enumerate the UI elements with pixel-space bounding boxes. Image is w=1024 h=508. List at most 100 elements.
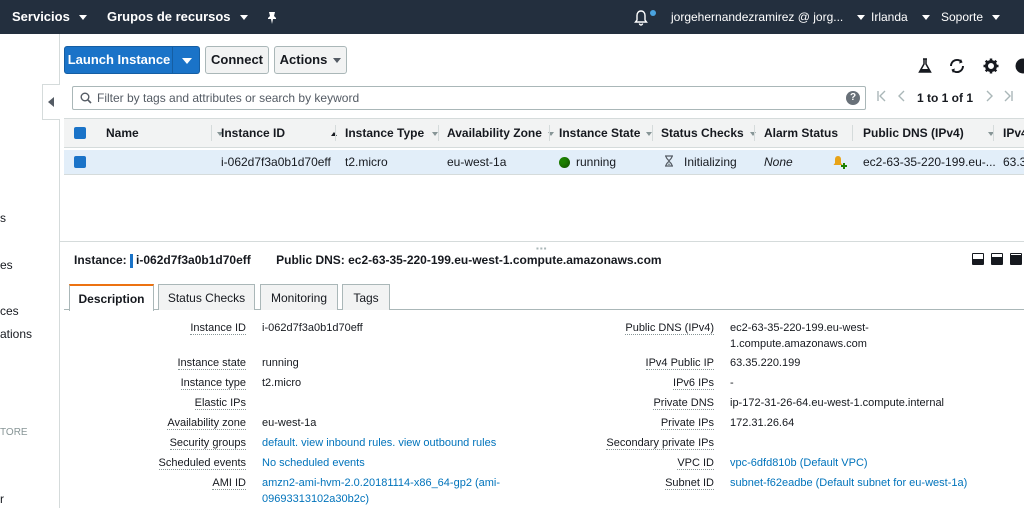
column-header-instance-id[interactable]: Instance ID — [221, 119, 338, 147]
sidebar-item[interactable]: s — [0, 211, 6, 225]
first-page-icon[interactable] — [876, 90, 888, 105]
label-instance-type: Instance type — [180, 377, 246, 390]
label-secondary-private-ips: Secondary private IPs — [606, 437, 714, 450]
launch-instance-button[interactable]: Launch Instance — [64, 46, 174, 74]
bell-plus-icon[interactable] — [832, 154, 848, 178]
region-label: Irlanda — [871, 10, 908, 24]
cell-availability-zone: eu-west-1a — [447, 155, 507, 169]
value-availability-zone: eu-west-1a — [262, 417, 317, 429]
value-instance-id: i-062d7f3a0b1d70eff — [262, 322, 363, 334]
column-label: Alarm Status — [764, 126, 839, 140]
value-instance-type: t2.micro — [262, 377, 302, 389]
chevron-down-icon — [857, 15, 866, 21]
column-header-status-checks[interactable]: Status Checks — [661, 119, 756, 147]
top-navigation-bar: Servicios Grupos de recursos jorgehernan… — [0, 0, 1024, 34]
launch-options-dropdown[interactable] — [173, 46, 200, 74]
status-checks-text: Initializing — [684, 155, 737, 169]
account-menu[interactable]: jorgehernandezramirez @ jorg... — [671, 0, 866, 34]
filter-input[interactable] — [97, 89, 837, 107]
value-public-dns-ipv4: ec2-63-35-220-199.eu-west-1.compute.amaz… — [730, 322, 869, 350]
public-dns-label: Public DNS: — [276, 253, 345, 267]
region-menu[interactable]: Irlanda — [871, 0, 930, 34]
column-header-instance-state[interactable]: Instance State — [559, 119, 653, 147]
sidebar-item[interactable]: ations — [0, 327, 32, 341]
search-icon — [80, 92, 92, 107]
filter-help-icon[interactable]: ? — [846, 91, 860, 105]
table-row[interactable]: i-062d7f3a0b1d70eff t2.micro eu-west-1a … — [64, 150, 1024, 175]
instance-label: Instance: — [74, 253, 127, 267]
value-ami-id-link[interactable]: amzn2-ami-hvm-2.0.20181114-x86_64-gp2 (a… — [262, 475, 512, 507]
panel-bottom-icon[interactable] — [972, 253, 984, 265]
sidebar-item[interactable]: r — [0, 492, 4, 506]
column-divider — [652, 125, 653, 141]
select-all-checkbox[interactable] — [74, 127, 86, 139]
column-header-instance-type[interactable]: Instance Type — [345, 119, 439, 147]
connect-button[interactable]: Connect — [205, 46, 269, 74]
cell-instance-type: t2.micro — [345, 155, 388, 169]
column-header-name[interactable]: Name — [106, 119, 223, 147]
value-scheduled-events-link[interactable]: No scheduled events — [262, 455, 365, 471]
value-ipv6-ips: - — [730, 377, 734, 389]
value-private-ips: 172.31.26.64 — [730, 417, 795, 429]
cell-instance-id: i-062d7f3a0b1d70eff — [221, 155, 331, 169]
column-divider — [438, 125, 439, 141]
last-page-icon[interactable] — [1002, 90, 1014, 105]
tab-monitoring[interactable]: Monitoring — [260, 284, 338, 310]
value-subnet-id-link[interactable]: subnet-f62eadbe (Default subnet for eu-w… — [730, 475, 967, 491]
label-elastic-ips: Elastic IPs — [194, 397, 246, 410]
column-header-availability-zone[interactable]: Availability Zone — [447, 119, 554, 147]
column-label: Public DNS (IPv4) — [863, 126, 964, 140]
actions-button[interactable]: Actions — [274, 46, 347, 74]
notification-dot — [650, 10, 656, 16]
panel-half-icon[interactable] — [991, 253, 1003, 265]
gear-icon[interactable] — [982, 58, 1000, 76]
label-private-dns: Private DNS — [653, 397, 714, 410]
row-checkbox[interactable] — [74, 156, 86, 168]
chevron-down-icon — [239, 15, 248, 21]
label-subnet-id: Subnet ID — [665, 477, 714, 490]
column-label: Instance ID — [221, 126, 286, 140]
chevron-down-icon — [182, 58, 192, 64]
column-label: Instance State — [559, 126, 641, 140]
chevron-down-icon — [333, 58, 342, 64]
chevron-down-icon — [921, 15, 930, 21]
refresh-icon[interactable] — [948, 58, 966, 76]
filter-bar — [72, 86, 866, 110]
bell-icon[interactable] — [634, 0, 648, 34]
column-divider — [335, 125, 336, 141]
help-icon[interactable] — [1014, 58, 1024, 76]
support-menu[interactable]: Soporte — [941, 0, 1001, 34]
drag-handle-icon[interactable]: ▪▪▪ — [536, 244, 548, 253]
tab-description[interactable]: Description — [69, 284, 154, 311]
sidebar-item[interactable]: ces — [0, 304, 19, 318]
column-header-public-dns[interactable]: Public DNS (IPv4) — [863, 119, 994, 147]
running-status-icon — [559, 157, 570, 169]
pin-icon[interactable] — [266, 0, 278, 34]
tab-tags[interactable]: Tags — [342, 284, 390, 310]
services-menu[interactable]: Servicios — [12, 0, 87, 34]
column-divider — [754, 125, 755, 141]
label-instance-state: Instance state — [177, 357, 246, 370]
panel-splitter[interactable] — [60, 241, 1024, 242]
value-vpc-id-link[interactable]: vpc-6dfd810b (Default VPC) — [730, 455, 868, 471]
previous-page-icon[interactable] — [897, 90, 907, 105]
panel-full-icon[interactable] — [1010, 253, 1022, 265]
resource-groups-label: Grupos de recursos — [107, 9, 231, 24]
cell-instance-state: running — [559, 150, 616, 174]
services-label: Servicios — [12, 9, 70, 24]
label-scheduled-events: Scheduled events — [158, 457, 246, 470]
value-private-dns: ip-172-31-26-64.eu-west-1.compute.intern… — [730, 397, 945, 409]
column-header-ipv4[interactable]: IPv4 — [1003, 119, 1024, 147]
resource-groups-menu[interactable]: Grupos de recursos — [107, 0, 248, 34]
sidebar-collapse-toggle[interactable] — [42, 84, 60, 120]
next-page-icon[interactable] — [984, 90, 994, 105]
sidebar-item[interactable]: es — [0, 258, 13, 272]
value-security-groups-link[interactable]: default. view inbound rules. view outbou… — [262, 435, 496, 451]
flask-icon[interactable] — [916, 58, 934, 76]
tab-status-checks[interactable]: Status Checks — [158, 284, 255, 310]
column-header-alarm-status[interactable]: Alarm Status — [764, 119, 838, 147]
support-label: Soporte — [941, 10, 984, 24]
label-security-groups: Security groups — [169, 437, 246, 450]
chevron-left-icon — [48, 97, 54, 107]
label-private-ips: Private IPs — [660, 417, 714, 430]
